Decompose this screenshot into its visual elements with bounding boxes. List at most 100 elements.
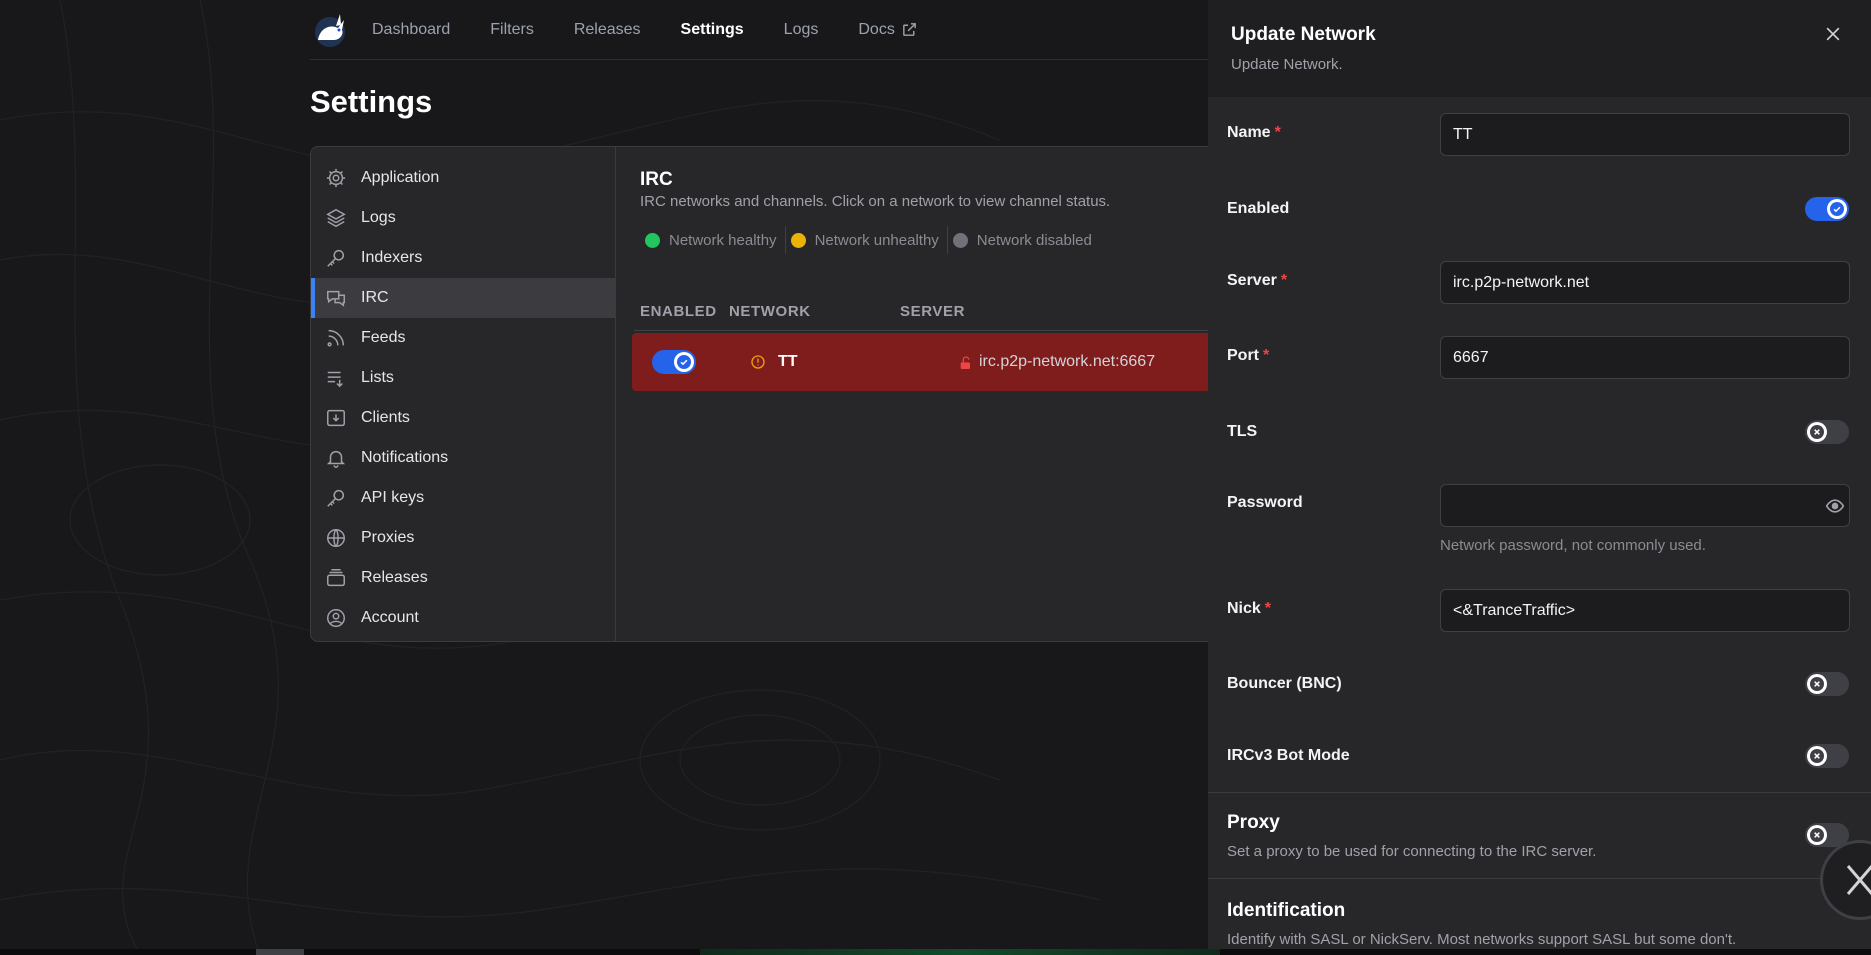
legend-label: Network disabled [976,231,1092,249]
sidebar-item-logs[interactable]: Logs [311,198,615,238]
x-circle-icon [1810,749,1824,763]
botmode-label: IRCv3 Bot Mode [1227,747,1350,764]
tls-label: TLS [1227,423,1258,440]
chat-bubbles-icon [325,287,347,309]
settings-sidebar: Application Logs Indexers IRC Feeds List… [311,147,616,641]
row-enabled-toggle[interactable] [652,350,696,374]
toggle-knob [674,352,694,372]
nav-logs[interactable]: Logs [784,21,819,39]
drawer-subtitle: Update Network. [1231,56,1343,73]
sidebar-item-application[interactable]: Application [311,158,615,198]
tls-toggle[interactable] [1805,420,1849,444]
green-dot-icon [645,232,660,248]
sidebar-item-label: Notifications [361,449,449,466]
yellow-dot-icon [790,232,806,248]
nick-label: Nick * [1227,600,1271,618]
irc-title: IRC [640,169,673,190]
nick-input[interactable]: <&TranceTraffic> [1440,589,1850,632]
nick-label-text: Nick [1227,600,1261,617]
x-circle-icon [1810,677,1824,691]
password-label: Password [1227,494,1303,511]
sidebar-item-label: Lists [361,369,394,386]
sidebar-item-label: Releases [361,569,428,586]
warning-clock-icon [751,355,765,369]
sidebar-item-label: Feeds [361,329,406,346]
sidebar-item-label: IRC [361,289,389,306]
toggle-knob [1807,422,1827,442]
section-divider [1208,792,1871,793]
required-marker: * [1274,124,1281,141]
table-row[interactable]: TT irc.p2p-network.net:6667 [632,333,1249,391]
nav-docs-label: Docs [858,20,895,38]
sidebar-item-lists[interactable]: Lists [311,358,615,398]
server-label: Server * [1227,272,1287,290]
toggle-knob [1827,199,1847,219]
rabbit-logo-icon [315,13,345,47]
sidebar-item-notifications[interactable]: Notifications [311,438,615,478]
password-input[interactable] [1440,484,1850,527]
sidebar-item-label: Logs [361,209,396,226]
nav-docs[interactable]: Docs [858,21,917,39]
top-navigation: Dashboard Filters Releases Settings Logs… [310,0,1210,60]
port-label-text: Port [1227,347,1259,364]
sidebar-item-label: Account [361,609,419,626]
sidebar-item-irc[interactable]: IRC [311,278,615,318]
user-circle-icon [325,607,347,629]
sidebar-item-account[interactable]: Account [311,598,615,638]
bottom-bar-segment [256,949,304,955]
enabled-label: Enabled [1227,200,1290,217]
sidebar-item-label: Clients [361,409,410,426]
eye-icon[interactable] [1825,496,1845,516]
sidebar-item-releases[interactable]: Releases [311,558,615,598]
irc-description: IRC networks and channels. Click on a ne… [640,193,1111,210]
server-input[interactable]: irc.p2p-network.net [1440,261,1850,304]
sidebar-item-indexers[interactable]: Indexers [311,238,615,278]
bouncer-toggle[interactable] [1805,672,1849,696]
update-network-drawer: Update Network Update Network. Name * TT … [1208,0,1871,955]
column-network: NETWORK [729,303,811,320]
password-help: Network password, not commonly used. [1440,537,1706,554]
nav-settings[interactable]: Settings [681,21,744,39]
proxy-title: Proxy [1227,812,1280,833]
legend-healthy: Network healthy [640,225,785,255]
botmode-toggle[interactable] [1805,744,1849,768]
app-logo[interactable] [310,10,350,50]
sidebar-item-clients[interactable]: Clients [311,398,615,438]
bottom-bar-segment [700,949,1220,955]
sidebar-item-label: Indexers [361,249,423,266]
layers-icon [325,207,347,229]
close-icon[interactable] [1823,24,1843,44]
bottom-bar [0,949,1871,955]
list-icon [325,367,347,389]
x-logo-icon [1846,865,1871,895]
sidebar-item-label: Application [361,169,440,186]
nav-releases[interactable]: Releases [574,21,641,39]
nav-filters[interactable]: Filters [490,21,534,39]
toggle-knob [1807,746,1827,766]
nav-dashboard[interactable]: Dashboard [372,21,450,39]
name-label: Name * [1227,124,1281,142]
required-marker: * [1263,347,1270,364]
gray-dot-icon [952,232,968,248]
name-input[interactable]: TT [1440,113,1850,156]
server-label-text: Server [1227,272,1277,289]
enabled-toggle[interactable] [1805,197,1849,221]
port-input[interactable]: 6667 [1440,336,1850,379]
settings-card: Application Logs Indexers IRC Feeds List… [310,146,1250,642]
gear-icon [325,167,347,189]
x-circle-icon [1810,828,1824,842]
page-title: Settings [310,84,433,119]
legend-unhealthy: Network unhealthy [786,225,947,255]
sidebar-item-feeds[interactable]: Feeds [311,318,615,358]
bell-icon [325,447,347,469]
network-server: irc.p2p-network.net:6667 [979,353,1156,370]
port-label: Port * [1227,347,1269,365]
check-icon [1830,202,1844,216]
network-name: TT [778,353,798,370]
sidebar-item-api-keys[interactable]: API keys [311,478,615,518]
sidebar-item-label: API keys [361,489,425,506]
irc-panel: IRC IRC networks and channels. Click on … [616,147,1249,641]
sidebar-item-proxies[interactable]: Proxies [311,518,615,558]
legend-label: Network healthy [669,231,777,249]
key-icon [325,487,347,509]
